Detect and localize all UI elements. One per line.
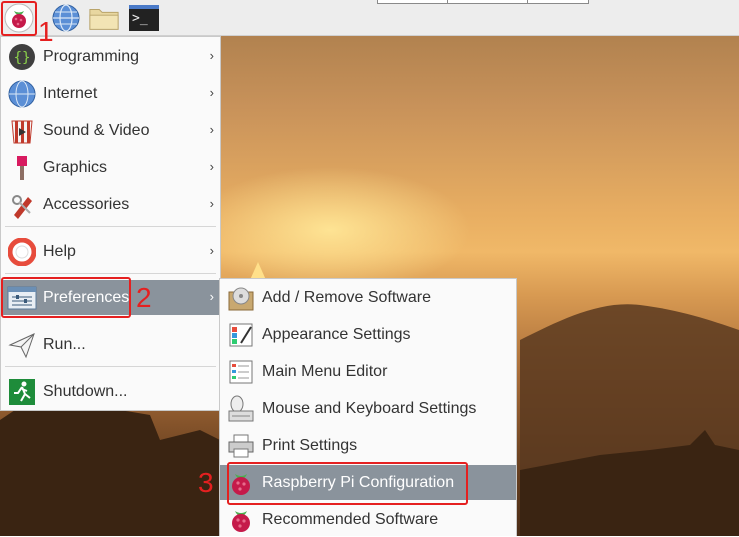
add-remove-software-icon — [224, 281, 258, 315]
appearance-settings-icon — [224, 318, 258, 352]
submenu-item-print-settings[interactable]: Print Settings — [220, 428, 516, 463]
submenu-item-recommended-software[interactable]: Recommended Software — [220, 502, 516, 537]
sound-video-icon — [5, 114, 39, 148]
menu-item-programming[interactable]: {} Programming › — [1, 39, 220, 74]
annotation-number-3: 3 — [198, 467, 214, 498]
main-menu-editor-icon — [224, 355, 258, 389]
submenu-item-label: Mouse and Keyboard Settings — [262, 399, 477, 417]
terminal-button[interactable]: >_ — [128, 2, 160, 34]
menu-item-label: Internet — [43, 84, 98, 102]
recommended-software-icon — [224, 503, 258, 537]
annotation-box-2 — [1, 277, 131, 318]
web-browser-button[interactable] — [50, 2, 82, 34]
chevron-right-icon: › — [209, 122, 214, 137]
menu-item-sound-video[interactable]: Sound & Video › — [1, 113, 220, 148]
accessories-icon — [5, 188, 39, 222]
taskbar-panel-box-2 — [447, 0, 529, 4]
internet-icon — [5, 77, 39, 111]
submenu-item-label: Print Settings — [262, 436, 358, 454]
chevron-right-icon: › — [209, 48, 214, 63]
graphics-icon — [5, 151, 39, 185]
svg-text:{}: {} — [14, 50, 31, 66]
main-menu: {} Programming › Internet › Sound & Vide… — [0, 36, 221, 411]
annotation-number-1: 1 — [38, 16, 54, 47]
taskbar-panel-box-1 — [377, 0, 449, 4]
mouse-keyboard-icon — [224, 392, 258, 426]
menu-item-graphics[interactable]: Graphics › — [1, 150, 220, 185]
menu-item-label: Help — [43, 242, 76, 260]
help-icon — [5, 235, 39, 269]
file-manager-icon — [89, 9, 119, 30]
menu-item-help[interactable]: Help › — [1, 234, 220, 269]
menu-item-label: Accessories — [43, 195, 130, 213]
menu-item-label: Shutdown... — [43, 382, 128, 400]
file-manager-button[interactable] — [88, 2, 120, 34]
submenu-item-label: Recommended Software — [262, 510, 439, 528]
menu-item-run[interactable]: Run... — [1, 327, 220, 362]
taskbar: >_ — [0, 0, 739, 36]
annotation-box-1 — [1, 1, 37, 36]
submenu-item-label: Add / Remove Software — [262, 288, 431, 306]
submenu-item-label: Main Menu Editor — [262, 362, 388, 380]
menu-item-accessories[interactable]: Accessories › — [1, 187, 220, 222]
menu-item-internet[interactable]: Internet › — [1, 76, 220, 111]
terminal-icon: >_ — [129, 5, 159, 31]
menu-item-label: Graphics — [43, 158, 108, 176]
taskbar-panel-box-3 — [527, 0, 589, 4]
submenu-item-mouse-keyboard-settings[interactable]: Mouse and Keyboard Settings — [220, 391, 516, 426]
chevron-right-icon: › — [209, 243, 214, 258]
menu-item-label: Programming — [43, 47, 140, 65]
printer-icon — [224, 429, 258, 463]
run-icon — [5, 328, 39, 362]
programming-icon: {} — [5, 40, 39, 74]
chevron-right-icon: › — [209, 196, 214, 211]
shutdown-icon — [5, 375, 39, 409]
chevron-right-icon: › — [209, 289, 214, 304]
chevron-right-icon: › — [209, 159, 214, 174]
annotation-number-2: 2 — [136, 282, 152, 313]
web-browser-icon — [52, 4, 80, 32]
menu-separator — [5, 226, 216, 227]
submenu-item-appearance-settings[interactable]: Appearance Settings — [220, 317, 516, 352]
menu-item-label: Sound & Video — [43, 121, 150, 139]
menu-separator — [5, 366, 216, 367]
submenu-item-add-remove-software[interactable]: Add / Remove Software — [220, 280, 516, 315]
chevron-right-icon: › — [209, 85, 214, 100]
annotation-box-3 — [227, 462, 468, 505]
menu-separator — [5, 273, 216, 274]
submenu-item-main-menu-editor[interactable]: Main Menu Editor — [220, 354, 516, 389]
menu-item-label: Run... — [43, 335, 86, 353]
menu-item-shutdown[interactable]: Shutdown... — [1, 374, 220, 409]
submenu-item-label: Appearance Settings — [262, 325, 411, 343]
